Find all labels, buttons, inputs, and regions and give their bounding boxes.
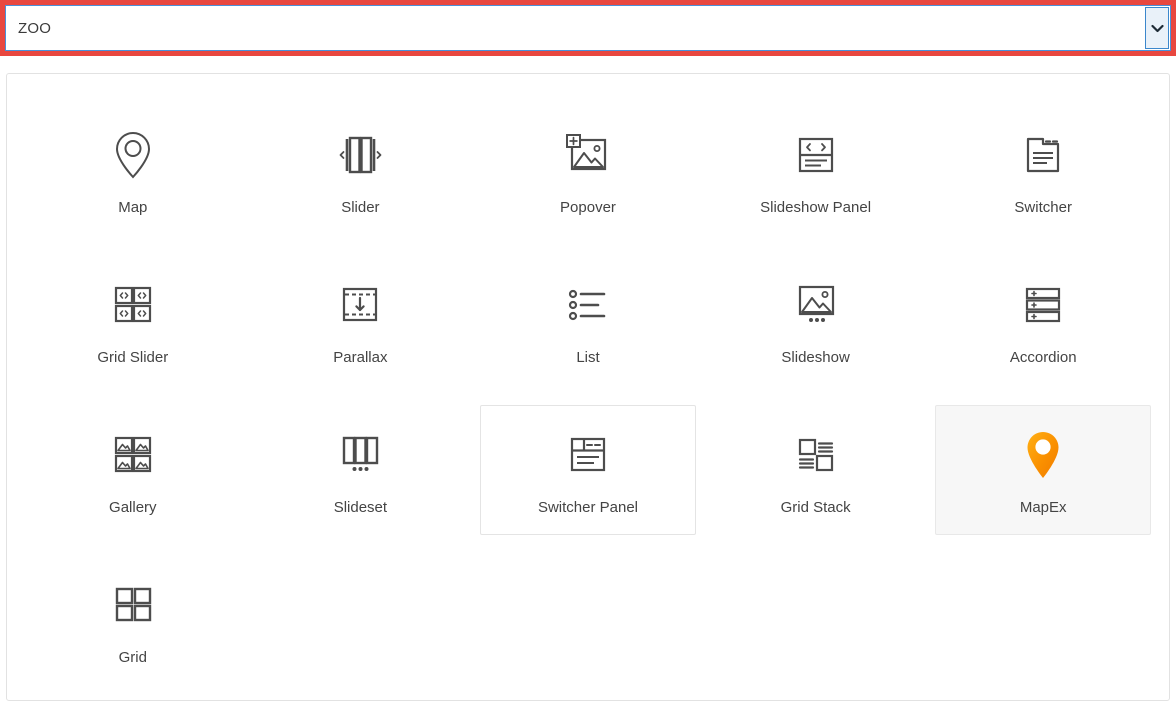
widget-item-slideshow[interactable]: Slideshow	[708, 255, 924, 385]
widget-item-switcher[interactable]: Switcher	[935, 105, 1151, 235]
slider-icon	[334, 126, 386, 184]
mapex-pin-icon	[1021, 426, 1065, 484]
slideset-icon	[334, 426, 386, 484]
widget-item-switcher-panel[interactable]: Switcher Panel	[480, 405, 696, 535]
widget-item-list[interactable]: List	[480, 255, 696, 385]
widget-type-select-wrapper: ZOO	[0, 0, 1176, 56]
widget-item-grid-stack[interactable]: Grid Stack	[708, 405, 924, 535]
widget-item-accordion[interactable]: Accordion	[935, 255, 1151, 385]
widget-item-gallery[interactable]: Gallery	[25, 405, 241, 535]
widget-item-label: Slideset	[333, 498, 388, 516]
switcher-panel-icon	[564, 426, 612, 484]
widget-item-popover[interactable]: Popover	[480, 105, 696, 235]
widget-item-label: Map	[118, 198, 148, 216]
map-pin-icon	[111, 126, 155, 184]
slideshow-panel-icon	[792, 126, 840, 184]
widget-item-mapex[interactable]: MapEx	[935, 405, 1151, 535]
list-icon	[563, 276, 613, 334]
widget-item-label: Parallax	[333, 348, 388, 366]
widget-item-label: Gallery	[109, 498, 157, 516]
widget-item-label: Grid	[118, 648, 147, 666]
widget-item-label: Slideshow	[781, 348, 850, 366]
parallax-icon	[336, 276, 384, 334]
widget-item-label: Slideshow Panel	[760, 198, 872, 216]
widget-item-label: Switcher Panel	[537, 498, 639, 516]
widget-type-select[interactable]: ZOO	[5, 5, 1171, 51]
widget-item-grid[interactable]: Grid	[25, 555, 241, 685]
widget-item-label: Switcher	[1014, 198, 1072, 216]
chevron-down-icon	[1150, 24, 1164, 33]
widget-item-parallax[interactable]: Parallax	[253, 255, 469, 385]
widget-item-slideset[interactable]: Slideset	[253, 405, 469, 535]
widget-item-label: Slider	[341, 198, 380, 216]
widget-item-label: List	[576, 348, 600, 366]
switcher-icon	[1019, 126, 1067, 184]
widget-item-label: Grid Slider	[97, 348, 169, 366]
chevron-down-button[interactable]	[1145, 7, 1169, 49]
widget-item-slider[interactable]: Slider	[253, 105, 469, 235]
widget-item-grid-slider[interactable]: Grid Slider	[25, 255, 241, 385]
widget-type-select-value[interactable]: ZOO	[6, 21, 1145, 36]
grid-icon	[109, 576, 157, 634]
slideshow-icon	[790, 276, 842, 334]
widget-grid: Map Slider Popover Slideshow Panel Switc…	[7, 74, 1169, 700]
widget-item-slideshow-panel[interactable]: Slideshow Panel	[708, 105, 924, 235]
widget-item-label: MapEx	[1019, 498, 1067, 516]
popover-image-icon	[563, 126, 613, 184]
widget-item-label: Accordion	[1009, 348, 1077, 366]
widget-item-map[interactable]: Map	[25, 105, 241, 235]
grid-stack-icon	[791, 426, 841, 484]
gallery-icon	[109, 426, 157, 484]
widget-item-label: Popover	[560, 198, 616, 216]
accordion-icon	[1019, 276, 1067, 334]
widget-list-panel: Map Slider Popover Slideshow Panel Switc…	[6, 73, 1170, 701]
grid-slider-icon	[109, 276, 157, 334]
widget-item-label: Grid Stack	[780, 498, 851, 516]
widget-picker-page: ZOO Map Slider Popover Slideshow Panel S…	[0, 0, 1176, 706]
